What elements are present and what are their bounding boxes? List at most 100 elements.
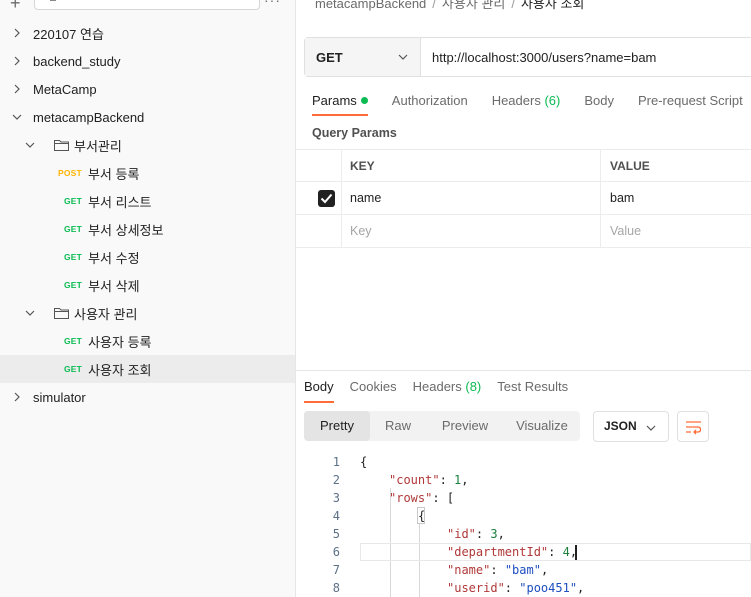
pane-divider[interactable] <box>296 370 751 371</box>
breadcrumb-separator: / <box>432 0 436 11</box>
chevron-down-icon <box>25 308 35 318</box>
collection-metacampbackend[interactable]: metacampBackend <box>0 103 295 131</box>
sidebar-toolbar: + ··· <box>0 0 295 12</box>
chevron-right-icon <box>12 392 22 402</box>
request-pane: metacampBackend / 사용자 관리 / 사용자 조회 GET http:/… <box>296 0 751 597</box>
collection-label: metacampBackend <box>33 109 145 125</box>
filter-icon[interactable] <box>48 0 58 2</box>
wrap-lines-button[interactable] <box>677 411 709 442</box>
collection-simulator[interactable]: simulator <box>0 383 295 411</box>
method-badge: GET <box>64 336 83 346</box>
search-input[interactable] <box>34 0 260 10</box>
param-value[interactable]: bam <box>610 182 750 214</box>
tab-response-body[interactable]: Body <box>304 377 334 403</box>
response-tabs: Body Cookies Headers (8) Test Results <box>304 377 584 403</box>
method-value: GET <box>316 49 343 65</box>
breadcrumb-separator: / <box>511 0 515 11</box>
plus-icon[interactable]: + <box>10 0 21 12</box>
chevron-down-icon <box>646 425 656 431</box>
method-badge: GET <box>64 196 83 206</box>
breadcrumb-folder[interactable]: 사용자 관리 <box>442 0 505 11</box>
view-pretty[interactable]: Pretty <box>304 411 370 441</box>
folder-department[interactable]: 부서관리 <box>0 131 295 159</box>
headers-count: (8) <box>465 379 482 394</box>
tab-body[interactable]: Body <box>584 88 614 116</box>
tab-headers[interactable]: Headers (6) <box>492 88 561 116</box>
request-user-create[interactable]: GET 사용자 등록 <box>0 327 295 355</box>
breadcrumb-collection[interactable]: metacampBackend <box>315 0 426 11</box>
query-params-table: KEY VALUE name bam Key Value <box>296 149 751 248</box>
request-dept-create[interactable]: POST 부서 등록 <box>0 159 295 187</box>
folder-label: 사용자 관리 <box>74 306 138 322</box>
tab-cookies[interactable]: Cookies <box>350 377 397 403</box>
collection-label: simulator <box>33 389 86 405</box>
new-key-input[interactable]: Key <box>350 215 600 247</box>
method-badge: GET <box>64 224 83 234</box>
status-dot-icon <box>360 97 368 104</box>
request-label: 사용자 조회 <box>88 362 152 378</box>
table-header: KEY VALUE <box>296 149 751 182</box>
request-label: 부서 리스트 <box>88 194 152 210</box>
request-dept-list[interactable]: GET 부서 리스트 <box>0 187 295 215</box>
code-text: "rows": [ <box>389 491 455 505</box>
table-row: name bam <box>296 182 751 215</box>
header-value: VALUE <box>610 159 650 173</box>
param-checkbox[interactable] <box>318 190 335 207</box>
request-label: 부서 삭제 <box>88 278 140 294</box>
collection-label: backend_study <box>33 53 121 69</box>
tab-test-results[interactable]: Test Results <box>497 377 568 403</box>
code-text: "userid": "poo451", <box>447 581 585 595</box>
folder-user[interactable]: 사용자 관리 <box>0 299 295 327</box>
method-badge: GET <box>64 252 83 262</box>
chevron-down-icon <box>398 54 408 60</box>
line-number: 7 <box>332 563 340 577</box>
request-dept-update[interactable]: GET 부서 수정 <box>0 243 295 271</box>
line-number: 3 <box>332 491 340 505</box>
header-key: KEY <box>350 159 375 173</box>
request-dept-delete[interactable]: GET 부서 삭제 <box>0 271 295 299</box>
code-text: "departmentId": 4, <box>447 545 578 559</box>
folder-icon <box>54 308 69 319</box>
new-value-input[interactable]: Value <box>610 215 750 247</box>
view-preview[interactable]: Preview <box>426 411 504 441</box>
request-label: 사용자 등록 <box>88 334 152 350</box>
view-visualize[interactable]: Visualize <box>504 411 580 441</box>
tab-label: Headers <box>491 93 541 108</box>
tab-authorization[interactable]: Authorization <box>392 88 468 116</box>
param-key[interactable]: name <box>350 182 600 214</box>
line-number: 4 <box>332 509 340 523</box>
line-number: 2 <box>332 473 340 487</box>
breadcrumb-request[interactable]: 사용자 조회 <box>521 0 584 11</box>
collection-220107[interactable]: 220107 연습 <box>0 19 295 47</box>
request-dept-detail[interactable]: GET 부서 상세정보 <box>0 215 295 243</box>
query-params-label: Query Params <box>312 126 397 140</box>
response-body-code[interactable]: 1{ 2 "count": 1, 3 "rows": [ 4{ 5 "id": 3, … <box>296 452 751 597</box>
chevron-down-icon <box>25 140 35 150</box>
chevron-right-icon <box>12 28 22 38</box>
tab-response-headers[interactable]: Headers (8) <box>413 377 482 403</box>
folder-label: 부서관리 <box>74 138 122 154</box>
view-raw[interactable]: Raw <box>370 411 426 441</box>
collection-backend-study[interactable]: backend_study <box>0 47 295 75</box>
chevron-down-icon <box>12 112 22 122</box>
tab-prerequest[interactable]: Pre-request Script <box>638 88 743 116</box>
collection-metacamp[interactable]: MetaCamp <box>0 75 295 103</box>
url-bar: GET http://localhost:3000/users?name=bam <box>304 37 751 77</box>
folder-icon <box>54 140 69 151</box>
url-input[interactable]: http://localhost:3000/users?name=bam <box>421 50 656 65</box>
tab-params[interactable]: Params <box>312 88 368 116</box>
request-label: 부서 수정 <box>88 250 140 266</box>
format-value: JSON <box>604 419 637 433</box>
method-select[interactable]: GET <box>305 38 421 76</box>
request-user-search[interactable]: GET 사용자 조회 <box>0 355 295 383</box>
chevron-right-icon <box>12 84 22 94</box>
more-icon[interactable]: ··· <box>264 0 281 7</box>
request-tabs: Params Authorization Headers (6) Body Pr… <box>312 88 751 116</box>
line-number: 1 <box>332 455 340 469</box>
headers-count: (6) <box>544 93 561 108</box>
request-label: 부서 등록 <box>87 166 140 182</box>
format-select[interactable]: JSON <box>593 411 669 442</box>
code-text: { <box>360 455 368 469</box>
tab-label: Headers <box>412 379 462 394</box>
code-text: "id": 3, <box>447 527 505 541</box>
